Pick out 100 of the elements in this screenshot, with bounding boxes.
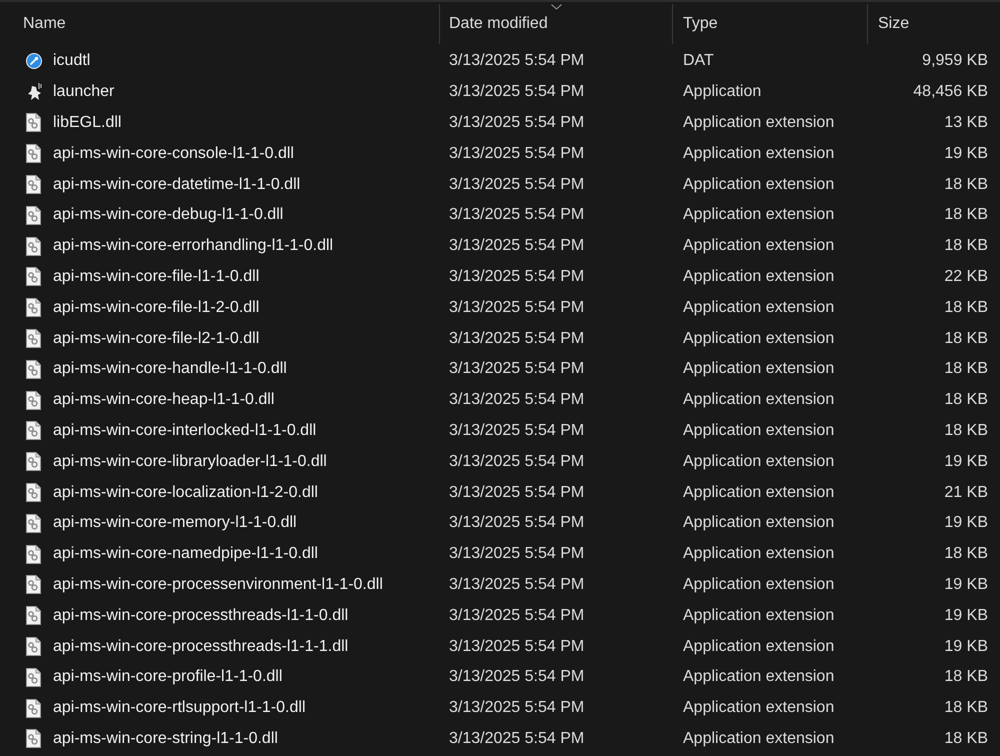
- sort-caret-icon: [551, 4, 562, 10]
- file-size-cell: 18 KB: [944, 545, 988, 562]
- gear-file-icon: [26, 575, 41, 594]
- date-modified-cell: 3/13/2025 5:54 PM: [449, 268, 584, 285]
- date-modified-cell: 3/13/2025 5:54 PM: [449, 144, 584, 162]
- gear-file-icon: [26, 360, 41, 379]
- file-type-cell: Application extension: [683, 237, 834, 254]
- gear-file-icon: [26, 698, 41, 718]
- gear-file-icon: [26, 236, 41, 256]
- file-name[interactable]: libEGL.dll: [53, 110, 122, 135]
- file-name[interactable]: api-ms-win-core-namedpipe-l1-1-0.dll: [53, 542, 318, 566]
- gear-file-icon: [26, 544, 41, 564]
- date-modified-cell: 3/13/2025 5:54 PM: [449, 206, 584, 224]
- date-modified-cell: 3/13/2025 5:54 PM: [449, 360, 584, 378]
- date-modified-cell: 3/13/2025 5:54 PM: [449, 176, 584, 193]
- file-type-cell: DAT: [683, 52, 714, 70]
- file-name[interactable]: api-ms-win-core-memory-l1-1-0.dll: [53, 511, 297, 536]
- date-modified-cell: 3/13/2025 5:54 PM: [449, 545, 584, 562]
- column-header[interactable]: Size: [868, 4, 998, 44]
- file-size-cell: 18 KB: [944, 699, 988, 716]
- file-type-cell: Application extension: [683, 452, 834, 470]
- date-modified-cell: 3/13/2025 5:54 PM: [449, 452, 584, 470]
- file-size-cell: 19 KB: [944, 606, 988, 624]
- file-name[interactable]: api-ms-win-core-datetime-l1-1-0.dll: [53, 172, 300, 197]
- file-name[interactable]: api-ms-win-core-errorhandling-l1-1-0.dll: [53, 234, 334, 258]
- file-size-cell: 18 KB: [944, 298, 988, 316]
- gear-file-icon: [26, 206, 41, 225]
- file-size-cell: 13 KB: [944, 114, 988, 131]
- column-header[interactable]: Date modified: [440, 4, 672, 44]
- file-size-cell: 18 KB: [944, 206, 988, 224]
- file-name[interactable]: api-ms-win-core-rtlsupport-l1-1-0.dll: [53, 696, 306, 720]
- gear-file-icon: [26, 483, 41, 502]
- file-size-cell: 18 KB: [944, 176, 988, 193]
- date-modified-cell: 3/13/2025 5:54 PM: [449, 638, 584, 655]
- file-type-cell: Application extension: [683, 114, 834, 131]
- file-type-cell: Application extension: [683, 484, 834, 501]
- gear-file-icon: [26, 329, 41, 348]
- file-size-cell: 19 KB: [944, 452, 988, 470]
- file-name[interactable]: api-ms-win-core-localization-l1-2-0.dll: [53, 480, 318, 505]
- gear-file-icon: [26, 606, 41, 626]
- file-name[interactable]: api-ms-win-core-interlocked-l1-1-0.dll: [53, 418, 316, 443]
- file-name[interactable]: api-ms-win-core-handle-l1-1-0.dll: [53, 357, 287, 382]
- file-size-cell: 18 KB: [944, 360, 988, 378]
- column-header[interactable]: Type: [673, 4, 867, 44]
- file-size-cell: 21 KB: [944, 484, 988, 501]
- date-modified-cell: 3/13/2025 5:54 PM: [449, 330, 584, 347]
- date-modified-cell: 3/13/2025 5:54 PM: [449, 422, 584, 439]
- file-size-cell: 48,456 KB: [913, 83, 988, 100]
- file-type-cell: Application: [683, 83, 762, 100]
- file-size-cell: 18 KB: [944, 730, 988, 747]
- gear-file-icon: [26, 514, 41, 533]
- date-modified-cell: 3/13/2025 5:54 PM: [449, 391, 584, 408]
- file-name[interactable]: api-ms-win-core-console-l1-1-0.dll: [53, 142, 294, 166]
- file-name[interactable]: launcher: [53, 80, 114, 104]
- date-modified-cell: 3/13/2025 5:54 PM: [449, 606, 584, 624]
- file-type-cell: Application extension: [683, 144, 834, 162]
- file-name[interactable]: api-ms-win-core-processthreads-l1-1-0.dll: [53, 604, 348, 628]
- gear-file-icon: [26, 637, 41, 656]
- date-modified-cell: 3/13/2025 5:54 PM: [449, 484, 584, 501]
- column-header[interactable]: Name: [0, 4, 439, 44]
- date-modified-cell: 3/13/2025 5:54 PM: [449, 298, 584, 316]
- file-type-cell: Application extension: [683, 330, 834, 347]
- file-name[interactable]: api-ms-win-core-heap-l1-1-0.dll: [53, 388, 274, 412]
- file-name[interactable]: api-ms-win-core-file-l1-2-0.dll: [53, 296, 260, 320]
- file-name[interactable]: api-ms-win-core-processenvironment-l1-1-0.dll: [53, 572, 383, 597]
- file-type-cell: Application extension: [683, 176, 834, 193]
- file-name[interactable]: api-ms-win-core-string-l1-1-0.dll: [53, 726, 278, 751]
- file-type-cell: Application extension: [683, 638, 834, 655]
- date-modified-cell: 3/13/2025 5:54 PM: [449, 699, 584, 716]
- creature-icon: [26, 82, 44, 102]
- date-modified-cell: 3/13/2025 5:54 PM: [449, 668, 584, 686]
- gear-file-icon: [26, 668, 41, 687]
- file-name[interactable]: api-ms-win-core-file-l1-1-0.dll: [53, 264, 260, 289]
- gear-file-icon: [26, 729, 41, 748]
- date-modified-cell: 3/13/2025 5:54 PM: [449, 83, 584, 100]
- gear-file-icon: [26, 298, 41, 318]
- file-size-cell: 19 KB: [944, 576, 988, 593]
- gear-file-icon: [26, 267, 41, 286]
- date-modified-cell: 3/13/2025 5:54 PM: [449, 514, 584, 532]
- date-modified-cell: 3/13/2025 5:54 PM: [449, 576, 584, 593]
- file-name[interactable]: api-ms-win-core-debug-l1-1-0.dll: [53, 203, 284, 228]
- file-name[interactable]: icudtl: [53, 49, 90, 74]
- file-type-cell: Application extension: [683, 298, 834, 316]
- gear-file-icon: [26, 175, 41, 194]
- file-type-cell: Application extension: [683, 668, 834, 686]
- date-modified-cell: 3/13/2025 5:54 PM: [449, 730, 584, 747]
- file-type-cell: Application extension: [683, 576, 834, 593]
- file-type-cell: Application extension: [683, 268, 834, 285]
- file-size-cell: 18 KB: [944, 391, 988, 408]
- file-name[interactable]: api-ms-win-core-libraryloader-l1-1-0.dll: [53, 450, 327, 474]
- file-size-cell: 19 KB: [944, 638, 988, 655]
- gear-file-icon: [26, 113, 41, 132]
- gear-file-icon: [26, 144, 41, 164]
- file-name[interactable]: api-ms-win-core-profile-l1-1-0.dll: [53, 665, 282, 690]
- file-size-cell: 18 KB: [944, 422, 988, 439]
- gear-file-icon: [26, 452, 41, 472]
- date-modified-cell: 3/13/2025 5:54 PM: [449, 52, 584, 70]
- file-name[interactable]: api-ms-win-core-file-l2-1-0.dll: [53, 326, 260, 351]
- date-modified-cell: 3/13/2025 5:54 PM: [449, 114, 584, 131]
- file-name[interactable]: api-ms-win-core-processthreads-l1-1-1.dll: [53, 634, 348, 659]
